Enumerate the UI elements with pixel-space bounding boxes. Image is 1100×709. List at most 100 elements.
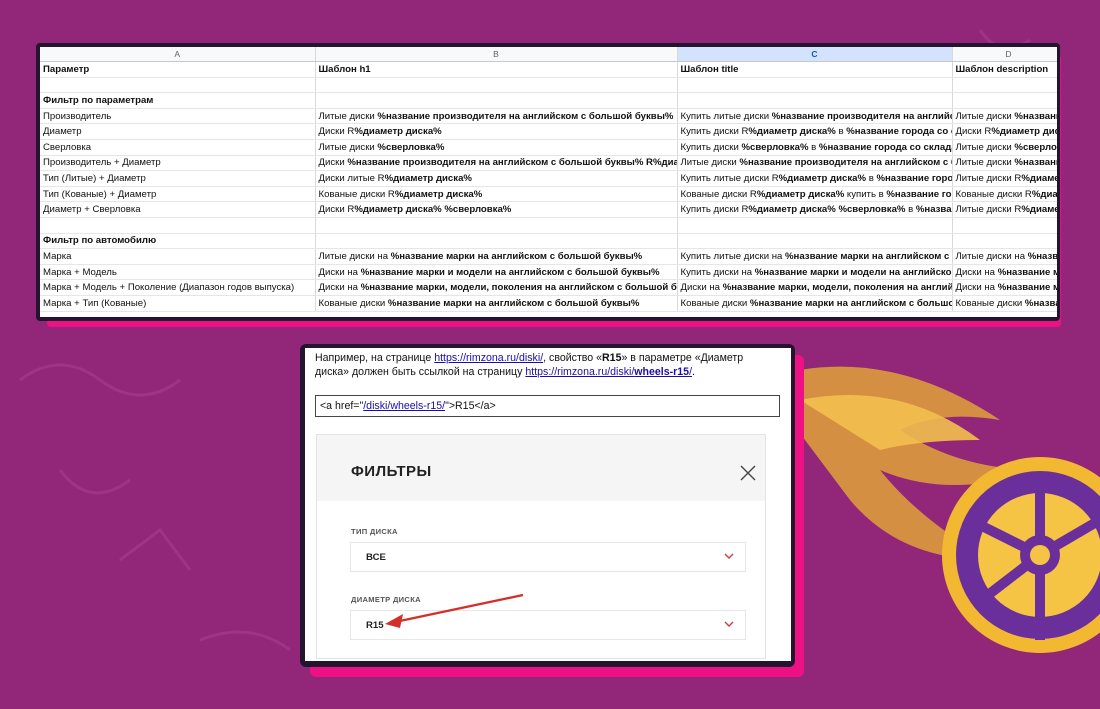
param-cell[interactable]: Тип (Кованые) + Диаметр (40, 186, 316, 203)
cell-text: %название производителя на английском с … (377, 110, 674, 122)
template-cell-b[interactable]: Кованые диски %название марки на английс… (315, 295, 678, 312)
cell-text: Диски на (955, 282, 998, 294)
empty-cell[interactable] (677, 92, 953, 109)
template-cell-d[interactable]: Литые диски %название производителя (952, 108, 1057, 125)
code-href-link[interactable]: /diski/wheels-r15/ (363, 400, 445, 412)
cell-text: %диаметр диска% (1031, 188, 1057, 200)
table-header-row: Параметр Шаблон h1 Шаблон title Шаблон desc… (40, 61, 1057, 78)
cell-text: Купить литые диски (680, 110, 772, 122)
empty-cell[interactable] (315, 233, 678, 250)
param-cell[interactable]: Производитель (40, 108, 316, 125)
param-cell[interactable]: Диаметр + Сверловка (40, 201, 316, 218)
disk-diameter-select[interactable]: R15 (350, 610, 746, 640)
empty-cell[interactable] (40, 77, 316, 94)
cell-text: %сверловка% (1014, 141, 1057, 153)
empty-cell[interactable] (315, 77, 678, 94)
cell-text: Диски на (318, 266, 361, 278)
cell-text: %диаметр диска% (748, 126, 836, 138)
cell-text: %название города со склада% (876, 172, 951, 184)
cell-text: Литые диски на (318, 250, 391, 262)
cell-text: %диаметр диска% (384, 172, 472, 184)
column-header-a[interactable]: A (40, 47, 316, 62)
disk-type-select[interactable]: ВСЕ (350, 542, 746, 572)
template-cell-c[interactable]: Литые диски %название производителя на а… (677, 155, 953, 172)
template-cell-c[interactable]: Купить диски на %название марки и модели… (677, 264, 953, 281)
param-cell[interactable]: Сверловка (40, 139, 316, 156)
cell-text: в (808, 141, 819, 153)
template-cell-b[interactable]: Диски литые R%диаметр диска% (315, 170, 678, 187)
template-cell-b[interactable]: Диски R%диаметр диска% (315, 123, 678, 140)
empty-cell[interactable] (677, 77, 953, 94)
template-cell-c[interactable]: Купить литые диски R%диаметр диска% в %н… (677, 170, 953, 187)
wheels-r15-link[interactable]: https://rimzona.ru/diski/wheels-r15/ (525, 366, 692, 378)
template-cell-d[interactable]: Литые диски R%диаметр диска% (952, 201, 1057, 218)
section-title[interactable]: Фильтр по автомобилю (40, 233, 316, 250)
template-cell-d[interactable]: Кованые диски R%диаметр диска% (952, 186, 1057, 203)
param-cell[interactable]: Марка + Модель + Поколение (Диапазон год… (40, 279, 316, 296)
empty-cell[interactable] (315, 217, 678, 234)
template-cell-d[interactable]: Кованые диски %название марки (952, 295, 1057, 312)
cell-text: %название марки, модели, поколения на ан… (360, 282, 677, 294)
cell-text: Кованые диски (680, 297, 750, 309)
template-cell-c[interactable]: Купить литые диски %название производите… (677, 108, 953, 125)
cell-text: Диски R (955, 126, 992, 138)
template-cell-c[interactable]: Купить диски R%диаметр диска% в %названи… (677, 123, 953, 140)
template-cell-b[interactable]: Литые диски %название производителя на а… (315, 108, 678, 125)
cell-text: Литые диски (318, 110, 378, 122)
template-cell-d[interactable]: Литые диски %название производителя (952, 155, 1057, 172)
cell-text: Литые диски (955, 110, 1015, 122)
param-cell[interactable]: Диаметр (40, 123, 316, 140)
param-cell[interactable]: Марка (40, 248, 316, 265)
cell-text: Кованые диски (955, 297, 1025, 309)
column-header-row: ABCD (40, 47, 1057, 62)
rimzona-link[interactable]: https://rimzona.ru/diski/ (434, 352, 543, 364)
template-cell-c[interactable]: Купить литые диски на %название марки на… (677, 248, 953, 265)
empty-cell[interactable] (952, 92, 1057, 109)
column-header-b[interactable]: B (315, 47, 678, 62)
column-header-c[interactable]: C (677, 47, 953, 62)
param-cell[interactable]: Марка + Тип (Кованые) (40, 295, 316, 312)
template-cell-c[interactable]: Купить диски R%диаметр диска% %сверловка… (677, 201, 953, 218)
cell-text: %название марки на английском с большой … (387, 297, 640, 309)
template-cell-d[interactable]: Диски R%диаметр диска% (952, 123, 1057, 140)
template-cell-b[interactable]: Диски на %название марки и модели на анг… (315, 264, 678, 281)
template-cell-b[interactable]: Диски на %название марки, модели, поколе… (315, 279, 678, 296)
template-cell-c[interactable]: Диски на %название марки, модели, поколе… (677, 279, 953, 296)
param-cell[interactable]: Марка + Модель (40, 264, 316, 281)
template-cell-d[interactable]: Литые диски на %название марки (952, 248, 1057, 265)
cell-text: Диски на (318, 282, 361, 294)
template-cell-d[interactable]: Литые диски %сверловка% (952, 139, 1057, 156)
header-cell[interactable]: Параметр (40, 61, 316, 78)
empty-cell[interactable] (952, 217, 1057, 234)
template-cell-b[interactable]: Литые диски %сверловка% (315, 139, 678, 156)
empty-cell[interactable] (315, 92, 678, 109)
template-cell-c[interactable]: Купить диски %сверловка% в %название гор… (677, 139, 953, 156)
template-cell-b[interactable]: Кованые диски R%диаметр диска% (315, 186, 678, 203)
template-cell-d[interactable]: Литые диски R%диаметр диска% (952, 170, 1057, 187)
empty-cell[interactable] (952, 77, 1057, 94)
template-cell-c[interactable]: Кованые диски %название марки на английс… (677, 295, 953, 312)
param-cell[interactable]: Производитель + Диаметр (40, 155, 316, 172)
param-cell[interactable]: Тип (Литые) + Диаметр (40, 170, 316, 187)
column-header-d[interactable]: D (952, 47, 1057, 62)
template-cell-b[interactable]: Литые диски на %название марки на англий… (315, 248, 678, 265)
template-cell-b[interactable]: Диски %название производителя на английс… (315, 155, 678, 172)
header-cell[interactable]: Шаблон description (952, 61, 1057, 78)
header-cell[interactable]: Шаблон h1 (315, 61, 678, 78)
empty-cell[interactable] (40, 217, 316, 234)
empty-cell[interactable] (677, 217, 953, 234)
cell-text: %диаметр диска% %сверловка% (748, 204, 906, 216)
close-icon[interactable] (739, 464, 757, 482)
empty-cell[interactable] (952, 233, 1057, 250)
table-row: Марка + Модель Диски на %название марки и… (40, 264, 1057, 281)
section-title[interactable]: Фильтр по параметрам (40, 92, 316, 109)
empty-cell[interactable] (677, 233, 953, 250)
template-cell-b[interactable]: Диски R%диаметр диска% %сверловка% (315, 201, 678, 218)
template-cell-d[interactable]: Диски на %название марки (952, 264, 1057, 281)
template-cell-d[interactable]: Диски на %название марки (952, 279, 1057, 296)
note-text: , свойство « (543, 352, 603, 364)
cell-text: Литые диски R (955, 172, 1022, 184)
template-cell-c[interactable]: Кованые диски R%диаметр диска% купить в … (677, 186, 953, 203)
table-row: Марка + Модель + Поколение (Диапазон год… (40, 279, 1057, 296)
header-cell[interactable]: Шаблон title (677, 61, 953, 78)
